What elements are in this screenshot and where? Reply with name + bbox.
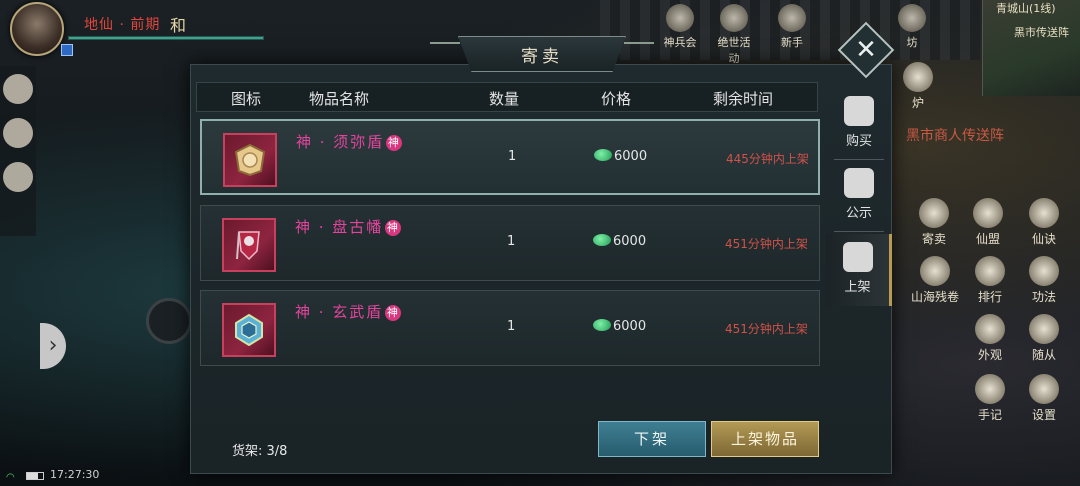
- side-menu-item[interactable]: 仙诀: [1022, 198, 1066, 247]
- unlist-button[interactable]: 下架: [598, 421, 706, 457]
- top-menu-item[interactable]: 新手: [772, 4, 812, 50]
- star-icon: [720, 4, 748, 32]
- gear-icon: [1029, 374, 1059, 404]
- battery-icon: [26, 472, 44, 480]
- quest-icon[interactable]: [3, 74, 33, 104]
- table-header: 图标 物品名称 数量 价格 剩余时间: [196, 82, 818, 112]
- item-name: 神 · 须弥盾神: [296, 133, 403, 151]
- jade-currency-icon: [593, 319, 611, 331]
- left-quick-bar: [0, 66, 36, 236]
- item-price: 6000: [593, 234, 646, 249]
- house-icon: [898, 4, 926, 32]
- banner-icon: [236, 231, 260, 261]
- table-row[interactable]: 神 · 盘古幡神 1 6000 451分钟内上架: [200, 205, 820, 281]
- taiji-icon: [1029, 256, 1059, 286]
- top-menu-item[interactable]: 绝世活动: [714, 4, 754, 66]
- side-menu-item[interactable]: 炉: [896, 62, 940, 111]
- shield-icon: [666, 4, 694, 32]
- battery-level: [27, 473, 39, 479]
- map-icon: [920, 256, 950, 286]
- player-tag: 和: [170, 16, 187, 35]
- minimap-title: 青城山(1线): [996, 2, 1056, 15]
- player-hp-fill: [69, 37, 263, 39]
- header-icon: 图标: [231, 90, 262, 108]
- item-remaining-time: 445分钟内上架: [726, 152, 809, 166]
- team-icon[interactable]: [3, 118, 33, 148]
- book-icon: [975, 374, 1005, 404]
- item-price: 6000: [594, 149, 647, 164]
- minimap-place: 黑市传送阵: [1014, 26, 1069, 39]
- turtle-shield-icon: [235, 314, 263, 346]
- tab-list[interactable]: 上架: [826, 234, 892, 306]
- shield-icon: [234, 144, 266, 176]
- movement-joystick[interactable]: [146, 298, 192, 344]
- side-menu-item[interactable]: 排行: [968, 256, 1012, 305]
- side-menu-item[interactable]: 手记: [968, 374, 1012, 423]
- side-menu-item[interactable]: 仙盟: [966, 198, 1010, 247]
- header-name: 物品名称: [309, 90, 370, 108]
- buff-icon[interactable]: [61, 44, 73, 56]
- top-menu-item[interactable]: 坊: [892, 4, 932, 50]
- divine-mark-icon: 神: [385, 220, 402, 236]
- side-menu-item[interactable]: 山海残卷: [902, 256, 968, 305]
- scroll-icon: [1029, 198, 1059, 228]
- list-item-button[interactable]: 上架物品: [711, 421, 819, 457]
- item-price: 6000: [593, 319, 646, 334]
- clock: 17:27:30: [50, 468, 100, 481]
- teleport-hint[interactable]: 黑市商人传送阵: [906, 125, 1004, 145]
- item-quantity: 1: [507, 319, 516, 334]
- side-menu-item[interactable]: 寄卖: [912, 198, 956, 247]
- item-quantity: 1: [508, 149, 517, 164]
- notice-icon: [844, 168, 874, 198]
- item-remaining-time: 451分钟内上架: [725, 322, 808, 336]
- table-row[interactable]: 神 · 须弥盾神 1 6000 445分钟内上架: [200, 119, 820, 195]
- hand-coin-icon: [844, 96, 874, 126]
- header-price: 价格: [601, 90, 632, 108]
- jade-currency-icon: [593, 234, 611, 246]
- item-name: 神 · 盘古幡神: [295, 218, 402, 236]
- title-ornament-right: [624, 42, 654, 44]
- furnace-icon: [903, 62, 933, 92]
- header-time: 剩余时间: [713, 90, 774, 108]
- item-icon[interactable]: [222, 303, 276, 357]
- shelf-capacity: 货架: 3/8: [232, 444, 288, 459]
- side-menu-item[interactable]: 随从: [1022, 314, 1066, 363]
- top-menu-item[interactable]: 神兵会: [660, 4, 700, 50]
- item-quantity: 1: [507, 234, 516, 249]
- player-realm: 地仙 · 前期: [84, 17, 161, 33]
- player-hp-bar: [68, 36, 264, 40]
- close-icon: ✕: [855, 35, 877, 65]
- device-status-bar: ◠ 17:27:30: [4, 468, 164, 484]
- dialog-tabs: 购买 公示 上架: [826, 82, 892, 308]
- item-icon[interactable]: [223, 133, 277, 187]
- divine-mark-icon: 神: [385, 305, 402, 321]
- side-menu-item[interactable]: 外观: [968, 314, 1012, 363]
- coin-icon: [919, 198, 949, 228]
- divine-mark-icon: 神: [386, 135, 403, 151]
- item-icon[interactable]: [222, 218, 276, 272]
- flag-icon[interactable]: [3, 162, 33, 192]
- list-stall-icon: [842, 242, 873, 272]
- top-function-menu: 神兵会 绝世活动 新手 坊: [660, 4, 960, 65]
- rank-icon: [975, 256, 1005, 286]
- item-name: 神 · 玄武盾神: [295, 303, 402, 321]
- title-ornament-left: [430, 42, 460, 44]
- side-menu-item[interactable]: 设置: [1022, 374, 1066, 423]
- pet-icon: [1029, 314, 1059, 344]
- banner-icon: [973, 198, 1003, 228]
- header-qty: 数量: [489, 90, 520, 108]
- item-remaining-time: 451分钟内上架: [725, 237, 808, 251]
- tab-divider: [834, 231, 884, 232]
- wifi-icon: ◠: [6, 472, 15, 483]
- dialog-title: 寄卖: [521, 47, 563, 67]
- robe-icon: [975, 314, 1005, 344]
- tab-notice[interactable]: 公示: [826, 160, 892, 232]
- side-menu-item[interactable]: 功法: [1022, 256, 1066, 305]
- flag-icon: [778, 4, 806, 32]
- player-avatar[interactable]: [10, 2, 64, 56]
- tab-buy[interactable]: 购买: [826, 88, 892, 160]
- table-row[interactable]: 神 · 玄武盾神 1 6000 451分钟内上架: [200, 290, 820, 366]
- jade-currency-icon: [594, 149, 612, 161]
